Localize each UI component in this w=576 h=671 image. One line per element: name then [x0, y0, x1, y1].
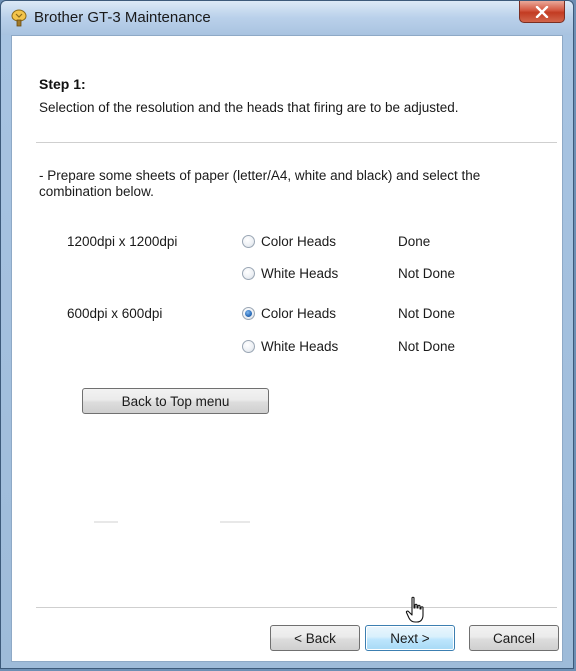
- app-icon: [11, 9, 27, 27]
- faint-mark: [94, 521, 118, 523]
- status-600-color: Not Done: [398, 306, 456, 321]
- radio-button[interactable]: [242, 340, 255, 353]
- next-button[interactable]: Next >: [365, 625, 455, 651]
- step-title: Step 1:: [39, 76, 86, 92]
- back-to-top-menu-button[interactable]: Back to Top menu: [82, 388, 269, 414]
- faint-mark: [220, 521, 250, 523]
- radio-label: White Heads: [261, 339, 339, 354]
- window-title: Brother GT-3 Maintenance: [34, 9, 211, 26]
- status-1200-color: Done: [398, 234, 431, 249]
- back-button[interactable]: < Back: [270, 625, 360, 651]
- close-icon: [535, 5, 549, 18]
- step-description: Selection of the resolution and the head…: [39, 100, 459, 115]
- radio-label: Color Heads: [261, 306, 337, 321]
- resolution-label-1200: 1200dpi x 1200dpi: [67, 234, 178, 249]
- title-bar[interactable]: Brother GT-3 Maintenance: [1, 1, 573, 35]
- radio-600-white-heads[interactable]: White Heads: [242, 339, 338, 354]
- instruction-text: - Prepare some sheets of paper (letter/A…: [39, 168, 481, 199]
- status-1200-white: Not Done: [398, 266, 456, 281]
- radio-button[interactable]: [242, 267, 255, 280]
- radio-button-selected[interactable]: [242, 307, 255, 320]
- radio-1200-white-heads[interactable]: White Heads: [242, 266, 338, 281]
- dialog-client-area: Step 1: Selection of the resolution and …: [11, 35, 563, 662]
- cancel-button[interactable]: Cancel: [469, 625, 559, 651]
- radio-600-color-heads[interactable]: Color Heads: [242, 306, 336, 321]
- maintenance-window: Brother GT-3 Maintenance Step 1: Selecti…: [0, 0, 574, 669]
- header-divider: [36, 142, 557, 143]
- close-button[interactable]: [519, 1, 565, 23]
- radio-label: White Heads: [261, 266, 339, 281]
- radio-button[interactable]: [242, 235, 255, 248]
- status-600-white: Not Done: [398, 339, 456, 354]
- radio-label: Color Heads: [261, 234, 337, 249]
- radio-1200-color-heads[interactable]: Color Heads: [242, 234, 336, 249]
- footer-divider: [36, 607, 557, 608]
- step-header: Step 1: Selection of the resolution and …: [12, 36, 562, 142]
- resolution-label-600: 600dpi x 600dpi: [67, 306, 163, 321]
